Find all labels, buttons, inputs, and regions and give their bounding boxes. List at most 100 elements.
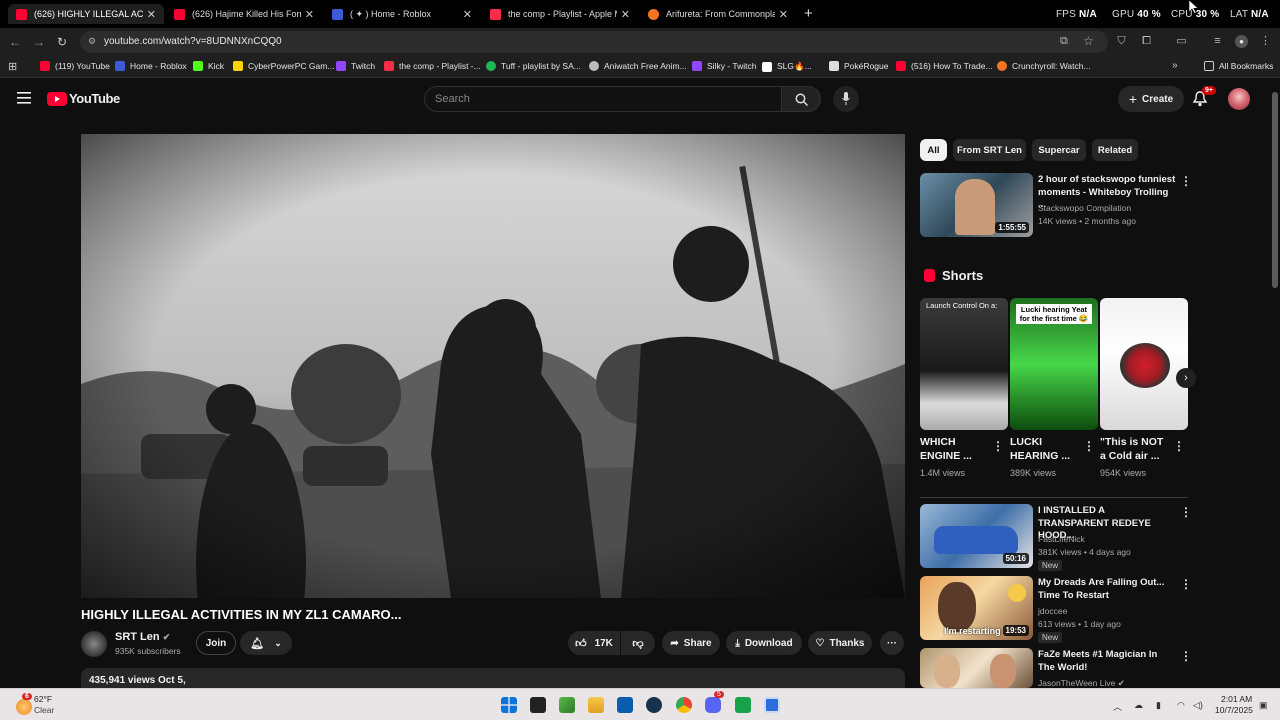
rec-thumbnail[interactable] [920, 648, 1033, 688]
download-button[interactable]: ⤓ Download [726, 631, 802, 655]
subscribed-notifications-button[interactable]: 🔔︎ ⌄ [240, 631, 292, 655]
bookmark-item[interactable]: CyberPowerPC Gam... [233, 61, 334, 71]
more-options-icon[interactable]: ⋮ [992, 439, 1004, 453]
chip-all[interactable]: All [920, 139, 947, 161]
bookmark-item[interactable]: SLG🔥... [762, 61, 812, 72]
weather-widget[interactable]: 6 [14, 693, 36, 715]
windows-start-icon[interactable] [501, 697, 517, 713]
wifi-icon[interactable]: ◠ [1177, 700, 1185, 711]
app-icon[interactable] [735, 697, 751, 713]
file-explorer-icon[interactable] [588, 697, 604, 713]
short-thumbnail[interactable]: Launch Control On a: [920, 298, 1008, 430]
chip-supercar[interactable]: Supercar [1032, 139, 1086, 161]
steam-icon[interactable] [646, 697, 662, 713]
terminal-icon[interactable] [530, 697, 546, 713]
bookmark-item[interactable]: the comp - Playlist -... [384, 61, 481, 71]
bookmark-item[interactable]: Twitch [336, 61, 375, 71]
share-button[interactable]: ➦ Share [662, 631, 720, 655]
close-tab-icon[interactable]: ✕ [305, 8, 314, 21]
browser-tab-5[interactable]: Arifureta: From Commonplace ✕ [640, 4, 796, 24]
back-arrow-icon[interactable]: ← [9, 35, 21, 49]
bookmark-item[interactable]: Home - Roblox [115, 61, 187, 71]
rec-title[interactable]: FaZe Meets #1 Magician In The World! [1038, 649, 1176, 674]
more-options-icon[interactable]: ⋮ [1180, 577, 1192, 591]
shield-extension-icon[interactable]: ⛉ [1115, 35, 1128, 48]
tray-app-icon[interactable]: ▮ [1156, 700, 1161, 711]
discord-icon[interactable]: 5 [705, 691, 724, 713]
thanks-button[interactable]: ♡ Thanks [808, 631, 872, 655]
more-bookmarks-chevron-icon[interactable]: » [1172, 60, 1178, 71]
create-button[interactable]: + Create [1118, 86, 1184, 112]
join-button[interactable]: Join [196, 631, 236, 655]
rec-channel[interactable]: Stackswopo Compilation [1038, 203, 1131, 213]
rec-channel[interactable]: jdoccee [1038, 606, 1067, 616]
search-button[interactable] [781, 86, 821, 112]
browser-tab-2[interactable]: (626) Hajime Killed His Former ✕ [166, 4, 322, 24]
short-title[interactable]: WHICH ENGINE ... [920, 435, 988, 463]
browser-tab-4[interactable]: the comp - Playlist - Apple Mu ✕ [482, 4, 638, 24]
reload-icon[interactable]: ↻ [57, 35, 67, 49]
youtube-logo[interactable]: YouTube [47, 91, 120, 106]
clock-date[interactable]: 10/7/2025 [1215, 705, 1253, 715]
short-title[interactable]: LUCKI HEARING ... [1010, 435, 1078, 463]
extensions-puzzle-icon[interactable]: ⧠ [1140, 35, 1153, 48]
account-avatar[interactable] [1228, 88, 1250, 110]
minecraft-icon[interactable] [559, 697, 575, 713]
rec-thumbnail[interactable]: 50:16 [920, 504, 1033, 568]
more-options-icon[interactable]: ⋮ [1180, 505, 1192, 519]
browser-tab-3[interactable]: ( ✦ ) Home - Roblox ✕ [324, 4, 480, 24]
bookmark-item[interactable]: (516) How To Trade... [896, 61, 993, 71]
bookmark-item[interactable]: Tuff - playlist by SA... [486, 61, 581, 71]
short-thumbnail[interactable] [1100, 298, 1188, 430]
more-actions-button[interactable]: ··· [880, 631, 904, 655]
rec-thumbnail[interactable]: 1:55:55 [920, 173, 1033, 237]
apps-grid-icon[interactable]: ⊞ [8, 60, 17, 73]
short-title[interactable]: "This is NOT a Cold air ... [1100, 435, 1172, 463]
voice-search-button[interactable] [833, 86, 859, 112]
notifications-button[interactable]: 9+ [1192, 86, 1216, 112]
close-tab-icon[interactable]: ✕ [621, 8, 630, 21]
notification-center-icon[interactable]: ▣ [1259, 700, 1268, 711]
clock-time[interactable]: 2:01 AM [1221, 694, 1252, 704]
close-tab-icon[interactable]: ✕ [779, 8, 788, 21]
bookmark-item[interactable]: PokéRogue [829, 61, 888, 71]
all-bookmarks-button[interactable]: All Bookmarks [1204, 61, 1273, 71]
more-options-icon[interactable]: ⋮ [1173, 439, 1185, 453]
hamburger-menu-icon[interactable] [17, 92, 31, 104]
bookmark-item[interactable]: Crunchyroll: Watch... [997, 61, 1091, 71]
search-input[interactable]: Search [435, 93, 470, 105]
new-tab-button[interactable]: + [804, 5, 813, 22]
browser-tab-1[interactable]: (626) HIGHLY ILLEGAL ACTIVITI ✕ [8, 4, 164, 24]
cloud-icon[interactable]: ☁ [1134, 700, 1143, 711]
media-controls-icon[interactable]: ≡ [1211, 35, 1224, 48]
rec-thumbnail[interactable]: I'm restarting 19:53 [920, 576, 1033, 640]
dislike-button[interactable]: 👎︎ [621, 631, 655, 655]
video-player[interactable] [81, 134, 905, 598]
short-thumbnail[interactable]: Lucki hearing Yeat for the first time 😂 [1010, 298, 1098, 430]
like-button[interactable]: 👍︎ 17K [568, 631, 620, 655]
cast-icon[interactable]: ▭ [1175, 35, 1188, 48]
more-options-icon[interactable]: ⋮ [1083, 439, 1095, 453]
bookmark-item[interactable]: Silky - Twitch [692, 61, 756, 71]
browser-menu-icon[interactable]: ⋮ [1259, 35, 1272, 48]
close-tab-icon[interactable]: ✕ [147, 8, 156, 21]
channel-avatar[interactable] [81, 631, 107, 657]
bookmark-item[interactable]: (119) YouTube [40, 61, 110, 71]
volume-icon[interactable]: ◁) [1193, 700, 1203, 711]
rec-channel[interactable]: FastLifeNick [1038, 534, 1085, 544]
microsoft-store-icon[interactable] [617, 697, 633, 713]
bookmark-item[interactable]: Kick [193, 61, 224, 71]
shorts-next-chevron-icon[interactable]: › [1176, 368, 1196, 388]
forward-arrow-icon[interactable]: → [33, 35, 45, 49]
bookmark-star-icon[interactable]: ☆ [1083, 34, 1094, 48]
roblox-studio-icon[interactable] [764, 697, 780, 713]
url-text[interactable]: youtube.com/watch?v=8UDNNXnCQQ0 [104, 36, 282, 47]
site-info-icon[interactable]: ⚙ [88, 36, 96, 47]
profile-avatar-icon[interactable]: ● [1235, 35, 1248, 48]
chip-from-srt-len[interactable]: From SRT Len [953, 139, 1026, 161]
install-app-icon[interactable]: ⧉ [1060, 35, 1068, 48]
address-bar[interactable]: ⚙ youtube.com/watch?v=8UDNNXnCQQ0 ⧉ ☆ [80, 31, 1108, 53]
chrome-icon[interactable] [676, 697, 692, 713]
bookmark-item[interactable]: Aniwatch Free Anim... [589, 61, 687, 71]
more-options-icon[interactable]: ⋮ [1180, 174, 1192, 188]
